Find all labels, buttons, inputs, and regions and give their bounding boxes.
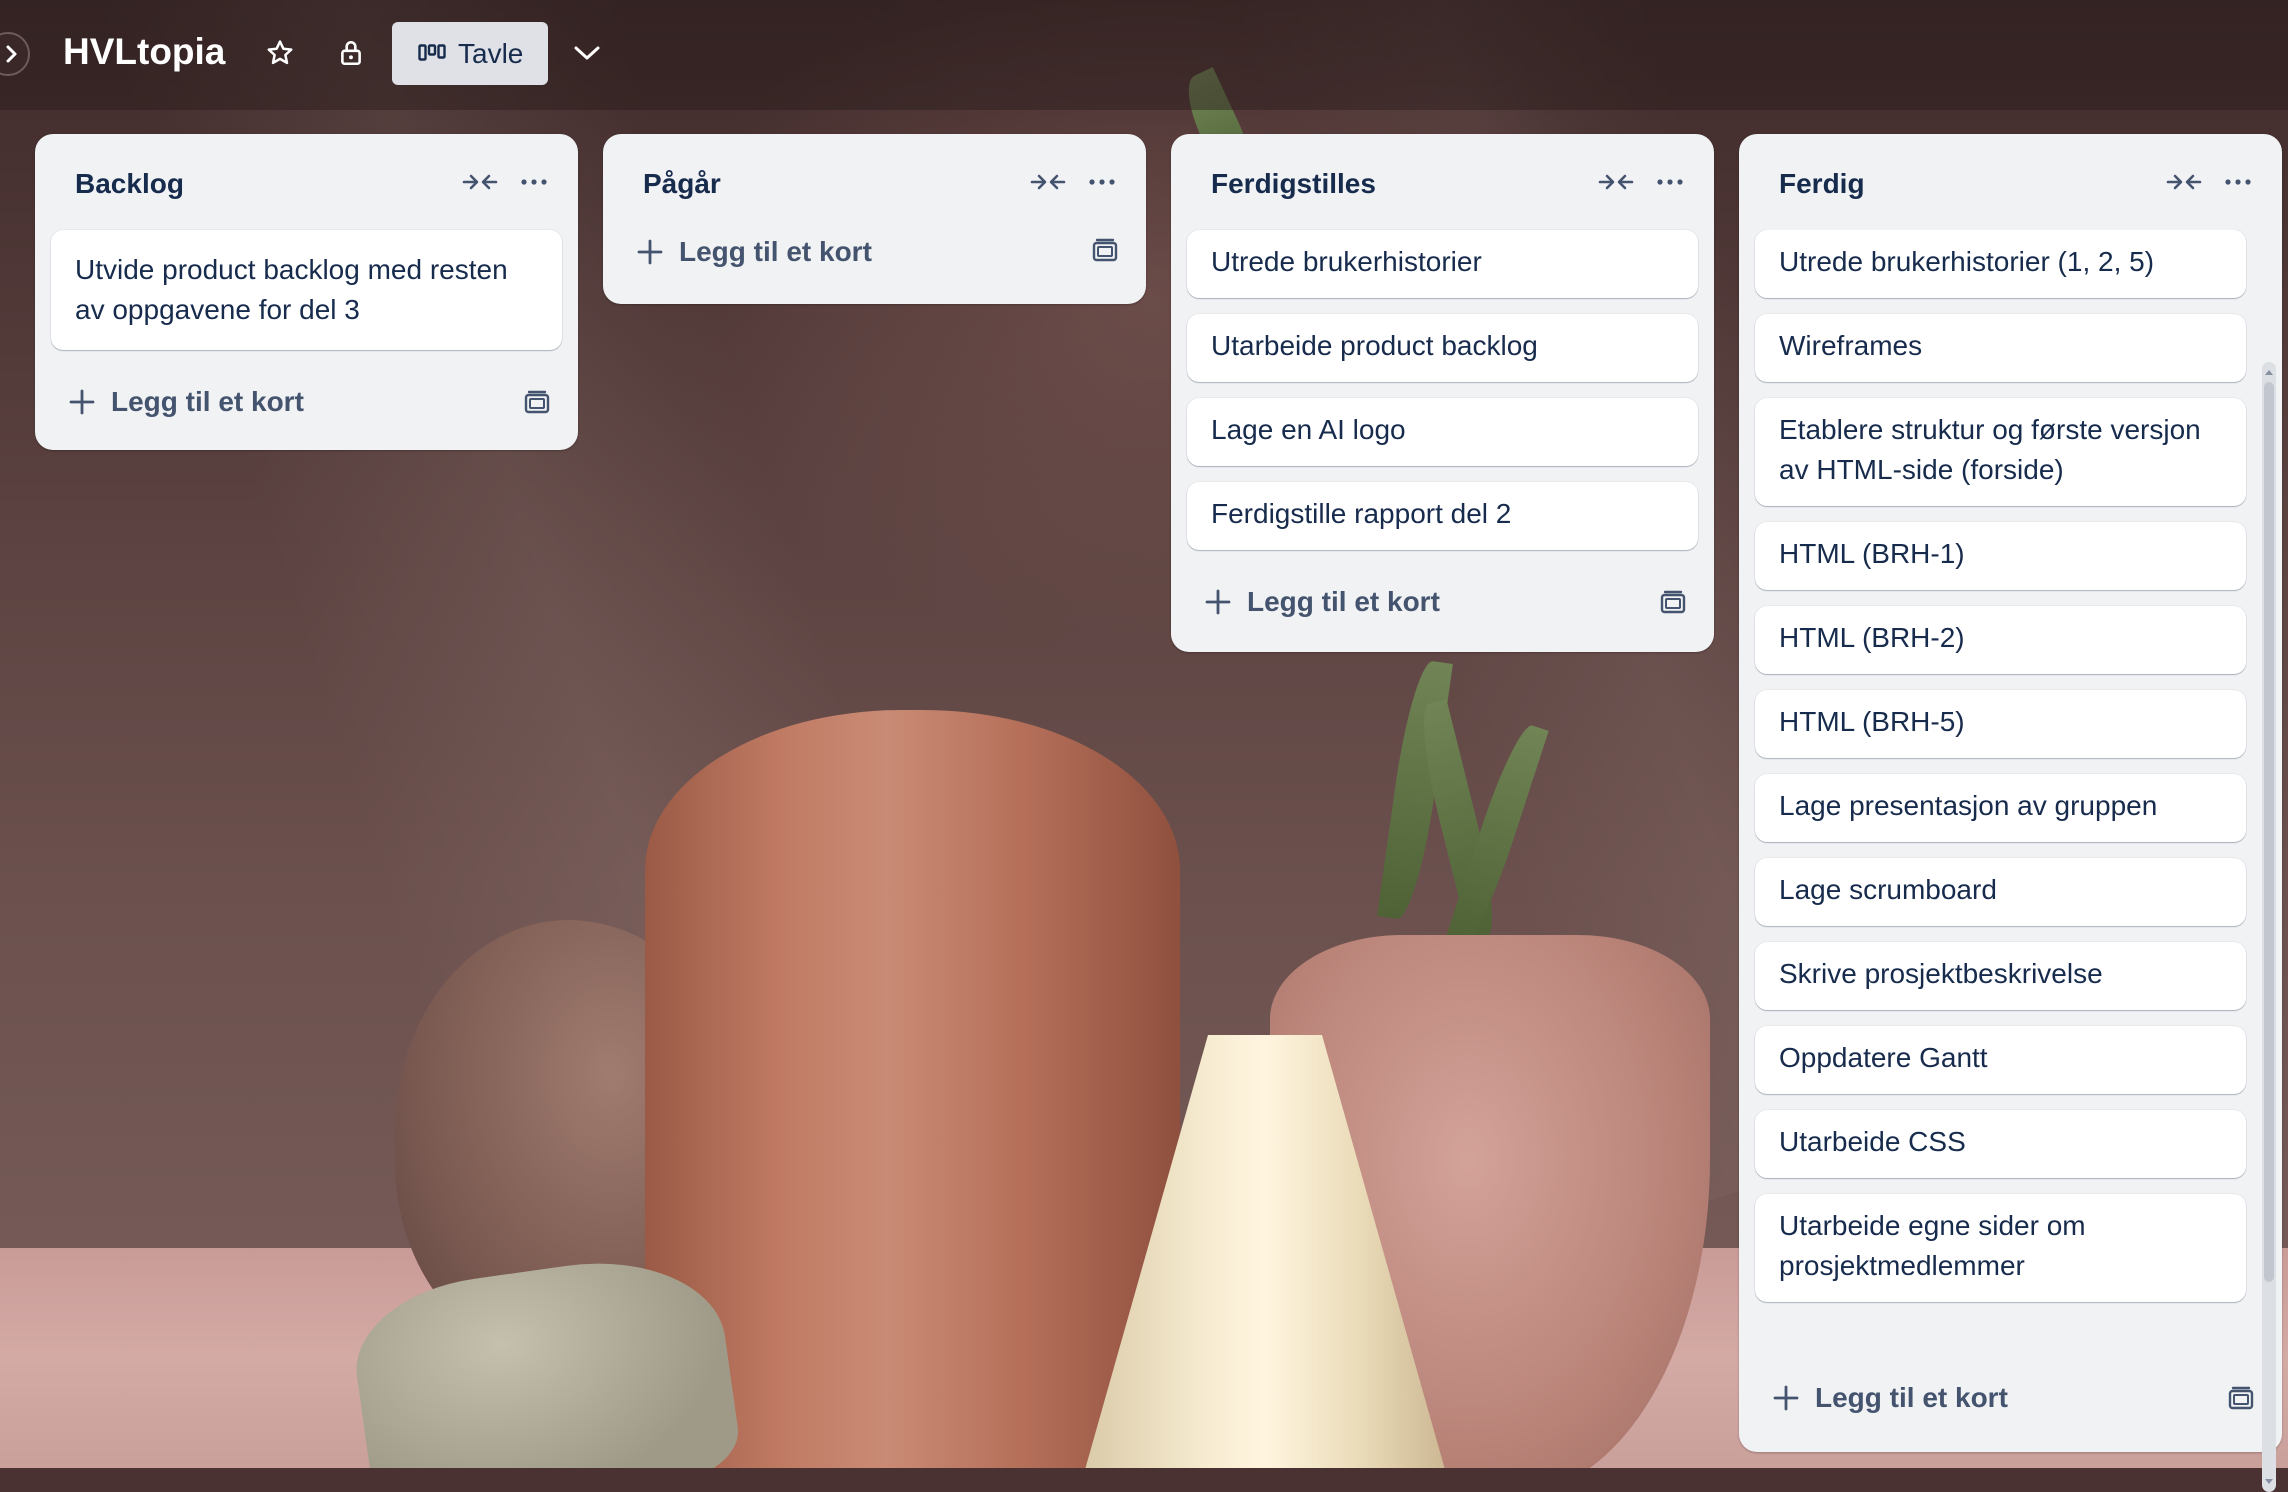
- board-title[interactable]: HVLtopia: [63, 31, 225, 73]
- list-in-progress: Pågår Legg til et kort: [603, 134, 1146, 304]
- plus-icon: [69, 389, 95, 415]
- card[interactable]: Ferdigstille rapport del 2: [1187, 482, 1698, 550]
- card[interactable]: Lage en AI logo: [1187, 398, 1698, 466]
- more-icon[interactable]: [2216, 164, 2260, 200]
- plus-icon: [637, 239, 663, 265]
- scroll-thumb[interactable]: [2264, 382, 2274, 1282]
- card[interactable]: Utrede brukerhistorier (1, 2, 5): [1755, 230, 2246, 298]
- add-card-label: Legg til et kort: [1247, 586, 1440, 617]
- card[interactable]: Skrive prosjektbeskrivelse: [1755, 942, 2246, 1010]
- board-icon: [418, 43, 446, 64]
- collapse-icon[interactable]: [2164, 164, 2204, 200]
- card[interactable]: HTML (BRH-1): [1755, 522, 2246, 590]
- add-card-button[interactable]: Legg til et kort: [1187, 572, 1624, 632]
- card[interactable]: Utarbeide product backlog: [1187, 314, 1698, 382]
- view-label: Tavle: [458, 37, 524, 69]
- card[interactable]: Utarbeide egne sider om prosjektmedlemme…: [1755, 1194, 2246, 1302]
- scroll-down-icon[interactable]: [2262, 1474, 2276, 1490]
- chevron-right-icon[interactable]: [0, 32, 30, 76]
- list-title[interactable]: Ferdig: [1779, 168, 1865, 200]
- plus-icon: [1773, 1385, 1799, 1411]
- add-card-button[interactable]: Legg til et kort: [1755, 1368, 2192, 1428]
- more-icon[interactable]: [512, 164, 556, 200]
- collapse-icon[interactable]: [1596, 164, 1636, 200]
- card[interactable]: Utarbeide CSS: [1755, 1110, 2246, 1178]
- template-icon[interactable]: [514, 380, 560, 426]
- template-icon[interactable]: [2218, 1376, 2264, 1422]
- card[interactable]: Oppdatere Gantt: [1755, 1026, 2246, 1094]
- scroll-up-icon[interactable]: [2262, 364, 2276, 380]
- card[interactable]: Utvide product backlog med resten av opp…: [51, 230, 562, 350]
- card[interactable]: Wireframes: [1755, 314, 2246, 382]
- card[interactable]: Lage presentasjon av gruppen: [1755, 774, 2246, 842]
- list-title[interactable]: Backlog: [75, 168, 184, 200]
- plus-icon: [1205, 589, 1231, 615]
- lock-icon[interactable]: [328, 30, 374, 76]
- collapse-icon[interactable]: [1028, 164, 1068, 200]
- list-finishing: Ferdigstilles Utrede brukerhistorier Uta…: [1171, 134, 1714, 652]
- list-backlog: Backlog Utvide product backlog med reste…: [35, 134, 578, 450]
- card[interactable]: Etablere struktur og første versjon av H…: [1755, 398, 2246, 506]
- list-scrollbar[interactable]: [2262, 362, 2276, 1492]
- add-card-button[interactable]: Legg til et kort: [51, 372, 488, 432]
- card[interactable]: Lage scrumboard: [1755, 858, 2246, 926]
- card[interactable]: HTML (BRH-2): [1755, 606, 2246, 674]
- card[interactable]: Utrede brukerhistorier: [1187, 230, 1698, 298]
- list-done: Ferdig Utrede brukerhistorier (1, 2, 5) …: [1739, 134, 2282, 1492]
- template-icon[interactable]: [1650, 580, 1696, 626]
- board-header: HVLtopia Tavle: [0, 0, 2288, 110]
- template-icon[interactable]: [1082, 228, 1128, 274]
- list-title[interactable]: Pågår: [643, 168, 721, 200]
- view-switcher-button[interactable]: Tavle: [392, 22, 548, 85]
- more-icon[interactable]: [1080, 164, 1124, 200]
- list-title[interactable]: Ferdigstilles: [1211, 168, 1376, 200]
- add-card-label: Legg til et kort: [679, 236, 872, 267]
- collapse-icon[interactable]: [460, 164, 500, 200]
- add-card-label: Legg til et kort: [111, 386, 304, 417]
- card[interactable]: HTML (BRH-5): [1755, 690, 2246, 758]
- star-icon[interactable]: [257, 30, 303, 76]
- chevron-down-icon[interactable]: [564, 30, 610, 76]
- add-card-button[interactable]: Legg til et kort: [619, 222, 1056, 282]
- add-card-label: Legg til et kort: [1815, 1382, 2008, 1413]
- more-icon[interactable]: [1648, 164, 1692, 200]
